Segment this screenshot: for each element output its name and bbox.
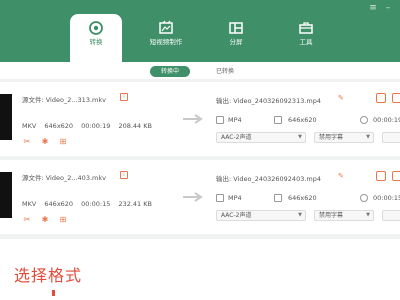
output-file-label: 输出: Video_240326092403.mp4 (216, 175, 322, 183)
format-icon (216, 116, 224, 124)
output-duration: 00:00:19 (373, 116, 400, 124)
format-icon (216, 194, 224, 202)
settings-icon[interactable] (376, 171, 386, 181)
edit-clip-icon[interactable]: ⊞ (58, 137, 68, 147)
settings-icon[interactable] (376, 93, 386, 103)
tab-label: 短视频制作 (149, 38, 183, 46)
output-format: MP4 (228, 194, 242, 202)
chevron-down-icon: ▼ (298, 134, 302, 140)
output-resolution: 646x620 (288, 194, 317, 202)
cut-icon[interactable]: ✂ (22, 215, 32, 225)
output-format: MP4 (228, 116, 242, 124)
clock-icon (360, 194, 368, 202)
source-size: 208.44 KB (118, 122, 152, 130)
source-resolution: 646x620 (44, 122, 74, 130)
tab-short-video[interactable]: 短视频制作 (140, 14, 192, 62)
source-size: 232.41 KB (118, 200, 152, 208)
rename-icon[interactable]: ✎ (338, 172, 346, 180)
tab-label: 分屏 (229, 38, 243, 46)
rename-icon[interactable]: ✎ (338, 94, 346, 102)
audio-select[interactable]: AAC-2声道 ▼ (216, 132, 306, 143)
annotation-arrow (52, 290, 55, 296)
edit-clip-icon[interactable]: ⊞ (58, 215, 68, 225)
subtab-converted[interactable]: 已转换 (210, 66, 240, 77)
app-header: ≡ – 转换 短视频制作 分屏 工具 (0, 0, 400, 62)
annotation-text: 选择格式 (14, 266, 83, 285)
video-thumbnail[interactable] (0, 94, 12, 140)
resolution-icon (274, 116, 282, 124)
subtab-converting[interactable]: 转换中 (150, 66, 190, 77)
toolbox-icon (299, 22, 313, 34)
subtitle-select[interactable]: 禁用字幕 ▼ (314, 132, 374, 143)
split-screen-icon (229, 22, 243, 34)
audio-value: AAC-2声道 (221, 134, 252, 141)
tab-split-screen[interactable]: 分屏 (210, 14, 262, 62)
folder-icon[interactable] (392, 93, 400, 103)
short-video-icon (159, 20, 173, 34)
info-icon[interactable]: i (120, 171, 128, 179)
source-duration: 00:00:19 (81, 122, 111, 130)
task-row: 源文件: Video_2...403.mkv i MKV 646x620 00:… (0, 160, 400, 232)
convert-icon (89, 21, 103, 35)
video-thumbnail[interactable] (0, 172, 12, 218)
source-meta: MKV 646x620 00:00:19 208.44 KB (22, 122, 158, 130)
effects-icon[interactable]: ✱ (40, 137, 50, 147)
source-file-label: 源文件: Video_2...403.mkv (22, 174, 106, 182)
menu-icon[interactable]: ≡ (368, 3, 378, 13)
task-row: 源文件: Video_2...313.mkv i MKV 646x620 00:… (0, 82, 400, 154)
source-resolution: 646x620 (44, 200, 74, 208)
arrow-right-icon (183, 192, 203, 202)
output-file-label: 输出: Video_240326092313.mp4 (216, 97, 322, 105)
chevron-down-icon: ▼ (366, 134, 370, 140)
output-resolution: 646x620 (288, 116, 317, 124)
audio-select[interactable]: AAC-2声道 ▼ (216, 210, 306, 221)
minimize-icon[interactable]: – (383, 3, 393, 13)
subtitle-value: 禁用字幕 (319, 212, 344, 219)
source-duration: 00:00:15 (81, 200, 111, 208)
folder-icon[interactable] (392, 171, 400, 181)
chevron-down-icon: ▼ (298, 212, 302, 218)
output-meta: MP4 646x620 00:00:19 (216, 116, 400, 126)
format-select[interactable] (382, 132, 400, 143)
tab-label: 工具 (299, 38, 313, 46)
arrow-right-icon (183, 114, 203, 124)
chevron-down-icon: ▼ (366, 212, 370, 218)
source-file-label: 源文件: Video_2...313.mkv (22, 96, 106, 104)
tab-convert[interactable]: 转换 (70, 14, 122, 62)
tab-tools[interactable]: 工具 (280, 14, 332, 62)
divider (0, 234, 400, 239)
cut-icon[interactable]: ✂ (22, 137, 32, 147)
source-format: MKV (22, 200, 37, 208)
output-duration: 00:00:15 (373, 194, 400, 202)
subtitle-select[interactable]: 禁用字幕 ▼ (314, 210, 374, 221)
format-select[interactable] (382, 210, 400, 221)
effects-icon[interactable]: ✱ (40, 215, 50, 225)
subtitle-value: 禁用字幕 (319, 134, 344, 141)
info-icon[interactable]: i (120, 93, 128, 101)
source-meta: MKV 646x620 00:00:15 232.41 KB (22, 200, 158, 208)
tab-label: 转换 (89, 38, 103, 46)
audio-value: AAC-2声道 (221, 212, 252, 219)
source-format: MKV (22, 122, 37, 130)
resolution-icon (274, 194, 282, 202)
clock-icon (360, 116, 368, 124)
output-meta: MP4 646x620 00:00:15 (216, 194, 400, 204)
